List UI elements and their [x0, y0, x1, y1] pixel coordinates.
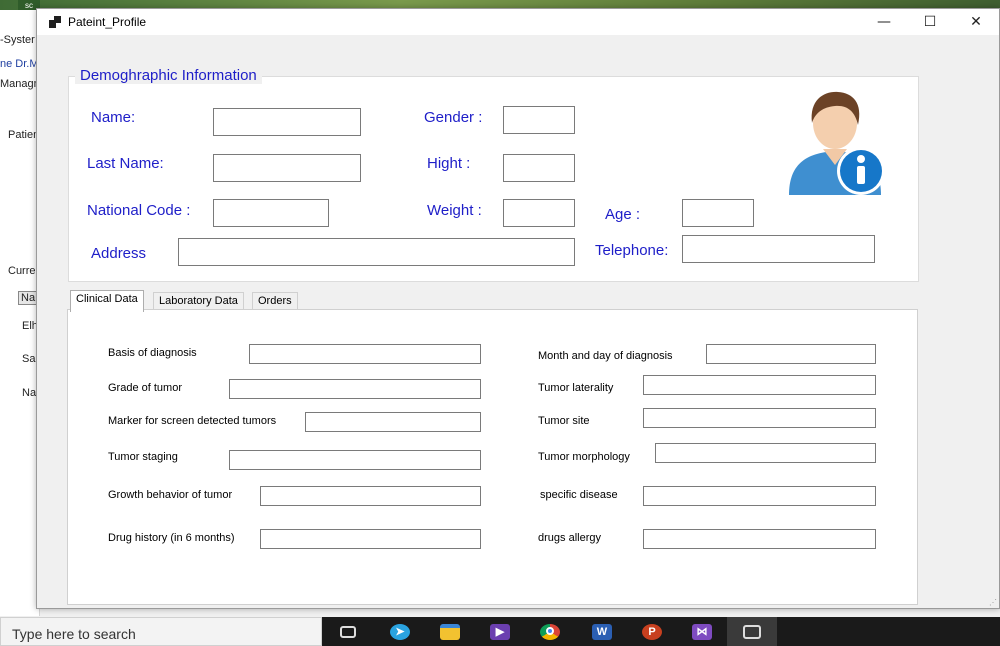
patient-avatar-icon: [789, 91, 885, 195]
file-explorer-icon[interactable]: [425, 617, 475, 646]
marker-for-screen-field[interactable]: [305, 412, 481, 432]
tab-orders[interactable]: Orders: [252, 292, 298, 310]
background-text: ne Dr.M: [0, 58, 39, 70]
name-label: Name:: [91, 109, 136, 126]
weight-label: Weight :: [427, 202, 482, 219]
taskbar-search-box[interactable]: Type here to search: [0, 617, 322, 646]
background-text: Curre: [8, 265, 36, 277]
tumor-site-label: Tumor site: [538, 415, 590, 427]
background-text: Na: [22, 387, 37, 399]
telephone-label: Telephone:: [595, 242, 669, 259]
tumor-staging-field[interactable]: [229, 450, 481, 470]
powerpoint-icon[interactable]: P: [627, 617, 677, 646]
national-code-label: National Code :: [87, 202, 191, 219]
tumor-morphology-label: Tumor morphology: [538, 451, 630, 463]
last-name-label: Last Name:: [87, 155, 164, 172]
app-window-icon: [49, 16, 61, 28]
tab-clinical-data[interactable]: Clinical Data: [70, 290, 144, 312]
specific-disease-label: specific disease: [540, 489, 618, 501]
resize-grip-icon[interactable]: ⋰: [989, 598, 997, 607]
last-name-field[interactable]: [213, 154, 361, 182]
month-day-diagnosis-label: Month and day of diagnosis: [538, 350, 673, 362]
word-icon[interactable]: W: [577, 617, 627, 646]
weight-field[interactable]: [503, 199, 575, 227]
gender-field[interactable]: [503, 106, 575, 134]
grade-of-tumor-label: Grade of tumor: [108, 382, 182, 394]
title-bar[interactable]: Pateint_Profile — ☐ ✕: [37, 9, 999, 35]
specific-disease-field[interactable]: [643, 486, 876, 506]
maximize-button[interactable]: ☐: [907, 9, 953, 35]
background-text: Managn: [0, 78, 40, 90]
basis-of-diagnosis-label: Basis of diagnosis: [108, 347, 197, 359]
tumor-site-field[interactable]: [643, 408, 876, 428]
task-view-icon[interactable]: [323, 617, 373, 646]
tumor-staging-label: Tumor staging: [108, 451, 178, 463]
drug-history-field[interactable]: [260, 529, 481, 549]
grade-of-tumor-field[interactable]: [229, 379, 481, 399]
drugs-allergy-field[interactable]: [643, 529, 876, 549]
taskbar: Type here to search ➤ ▶ W P ⋈: [0, 617, 1000, 646]
hight-label: Hight :: [427, 155, 471, 172]
month-day-diagnosis-field[interactable]: [706, 344, 876, 364]
background-app-window: -Syster ne Dr.M Managn Patien Curre Na E…: [0, 10, 40, 616]
telegram-icon[interactable]: ➤: [375, 617, 425, 646]
chrome-icon[interactable]: [525, 617, 575, 646]
age-label: Age :: [605, 206, 641, 223]
basis-of-diagnosis-field[interactable]: [249, 344, 481, 364]
gender-label: Gender :: [424, 109, 483, 126]
address-label: Address: [91, 245, 147, 262]
telephone-field[interactable]: [682, 235, 875, 263]
drug-history-label: Drug history (in 6 months): [108, 532, 235, 544]
tab-laboratory-data[interactable]: Laboratory Data: [153, 292, 244, 310]
national-code-field[interactable]: [213, 199, 329, 227]
address-field[interactable]: [178, 238, 575, 266]
hight-field[interactable]: [503, 154, 575, 182]
tumor-morphology-field[interactable]: [655, 443, 876, 463]
demographic-group-title: Demoghraphic Information: [75, 67, 262, 84]
minimize-button[interactable]: —: [861, 9, 907, 35]
window-switch-icon[interactable]: [727, 617, 777, 646]
age-field[interactable]: [682, 199, 754, 227]
close-button[interactable]: ✕: [953, 9, 999, 35]
media-player-icon[interactable]: ▶: [475, 617, 525, 646]
background-text: -Syster: [0, 34, 35, 46]
name-field[interactable]: [213, 108, 361, 136]
marker-for-screen-label: Marker for screen detected tumors: [108, 415, 277, 427]
drugs-allergy-label: drugs allergy: [538, 532, 601, 544]
tumor-laterality-label: Tumor laterality: [538, 382, 614, 394]
window-title: Pateint_Profile: [68, 15, 147, 29]
visual-studio-icon[interactable]: ⋈: [677, 617, 727, 646]
patient-profile-window: Pateint_Profile — ☐ ✕ Demoghraphic Infor…: [36, 8, 1000, 609]
background-text: Patien: [8, 129, 40, 141]
tumor-laterality-field[interactable]: [643, 375, 876, 395]
growth-behavior-label: Growth behavior of tumor: [108, 489, 233, 501]
growth-behavior-field[interactable]: [260, 486, 481, 506]
search-placeholder: Type here to search: [12, 626, 136, 642]
